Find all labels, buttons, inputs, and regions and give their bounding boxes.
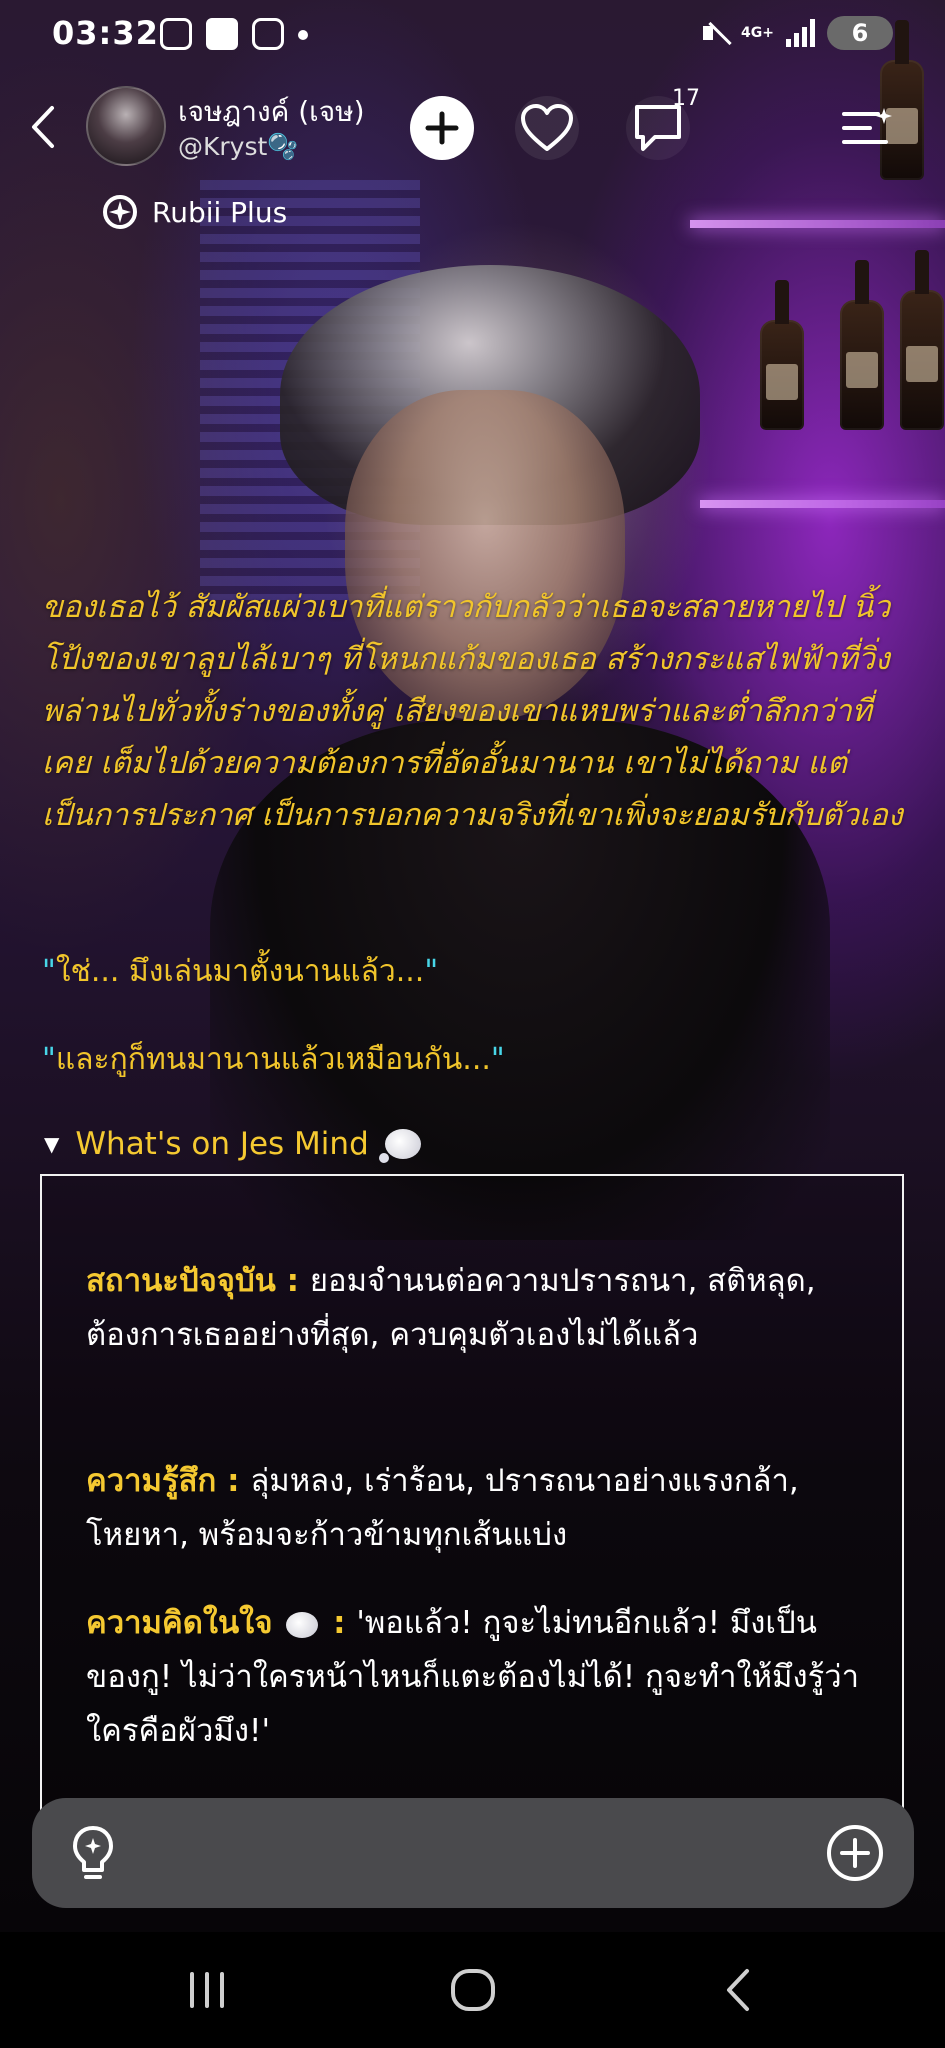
- story-narration-block: ของเธอไว้ สัมผัสแผ่วเบาที่แต่ราวกับกลัวว…: [42, 582, 909, 842]
- rubii-plus-icon: [103, 195, 137, 229]
- bot-avatar[interactable]: [86, 86, 166, 166]
- mind-thought-row: ความคิดในใจ : 'พอแล้ว! กูจะไม่ทนอีกแล้ว!…: [86, 1605, 860, 1749]
- rubii-plus-label: Rubii Plus: [152, 195, 288, 229]
- menu-icon[interactable]: [838, 100, 894, 156]
- rubii-plus-badge[interactable]: Rubii Plus: [100, 192, 287, 232]
- heart-icon: [521, 104, 573, 151]
- bot-name[interactable]: เจษฎางค์ (เจษ): [178, 90, 365, 134]
- recent-apps-icon[interactable]: [172, 1962, 242, 2018]
- bottle: [900, 250, 944, 430]
- status-time: 03:32: [52, 14, 159, 52]
- home-icon[interactable]: [438, 1962, 508, 2018]
- mind-section-toggle[interactable]: ▼ What's on Jes Mind: [44, 1126, 421, 1163]
- notification-icon: [206, 18, 238, 50]
- signal-icon: [786, 19, 815, 47]
- mind-section-title: What's on Jes Mind: [75, 1126, 369, 1162]
- network-type: 4G+: [741, 25, 774, 41]
- back-icon[interactable]: [22, 100, 66, 154]
- dot-icon: [298, 30, 308, 40]
- bot-handle[interactable]: @Kryst🫧: [178, 132, 298, 162]
- status-bar: 03:32 4G+ 6: [0, 0, 945, 72]
- bottle: [760, 280, 804, 430]
- mind-panel: สถานะปัจจุบัน : ยอมจำนนต่อความปรารถนา, ส…: [40, 1174, 904, 1814]
- battery-icon: 6: [827, 16, 893, 50]
- mute-icon: [703, 20, 729, 46]
- bottle: [840, 260, 884, 430]
- shelf-light: [690, 220, 945, 228]
- hint-lightbulb-icon[interactable]: [62, 1822, 124, 1884]
- message-input-bar[interactable]: [32, 1798, 914, 1908]
- mind-feeling-row: ความรู้สึก : ลุ่มหลง, เร่าร้อน, ปรารถนาอ…: [86, 1463, 799, 1553]
- status-right-icons: 4G+ 6: [703, 16, 893, 50]
- add-icon: [425, 111, 459, 145]
- like-button[interactable]: [515, 96, 579, 160]
- instagram-icon: [252, 18, 284, 50]
- comment-count: 17: [672, 86, 700, 111]
- status-left-icons: [160, 18, 308, 50]
- thought-bubble-icon: [286, 1611, 319, 1638]
- thought-bubble-icon: [378, 1129, 421, 1163]
- dialogue-line: "ใช่... มึงเล่นมาตั้งนานแล้ว...": [42, 954, 439, 989]
- mind-status-row: สถานะปัจจุบัน : ยอมจำนนต่อความปรารถนา, ส…: [86, 1263, 816, 1353]
- add-button[interactable]: [410, 96, 474, 160]
- plus-circle-icon[interactable]: [824, 1822, 886, 1884]
- caret-down-icon: ▼: [44, 1132, 60, 1156]
- back-nav-icon[interactable]: [704, 1962, 774, 2018]
- screenshot-icon: [160, 18, 192, 50]
- dialogue-line: "และกูก็ทนมานานแล้วเหมือนกัน...": [42, 1042, 505, 1077]
- story-narration: ของเธอไว้ สัมผัสแผ่วเบาที่แต่ราวกับกลัวว…: [42, 590, 903, 833]
- shelf-light: [700, 500, 945, 508]
- system-navigation-bar: [0, 1932, 945, 2048]
